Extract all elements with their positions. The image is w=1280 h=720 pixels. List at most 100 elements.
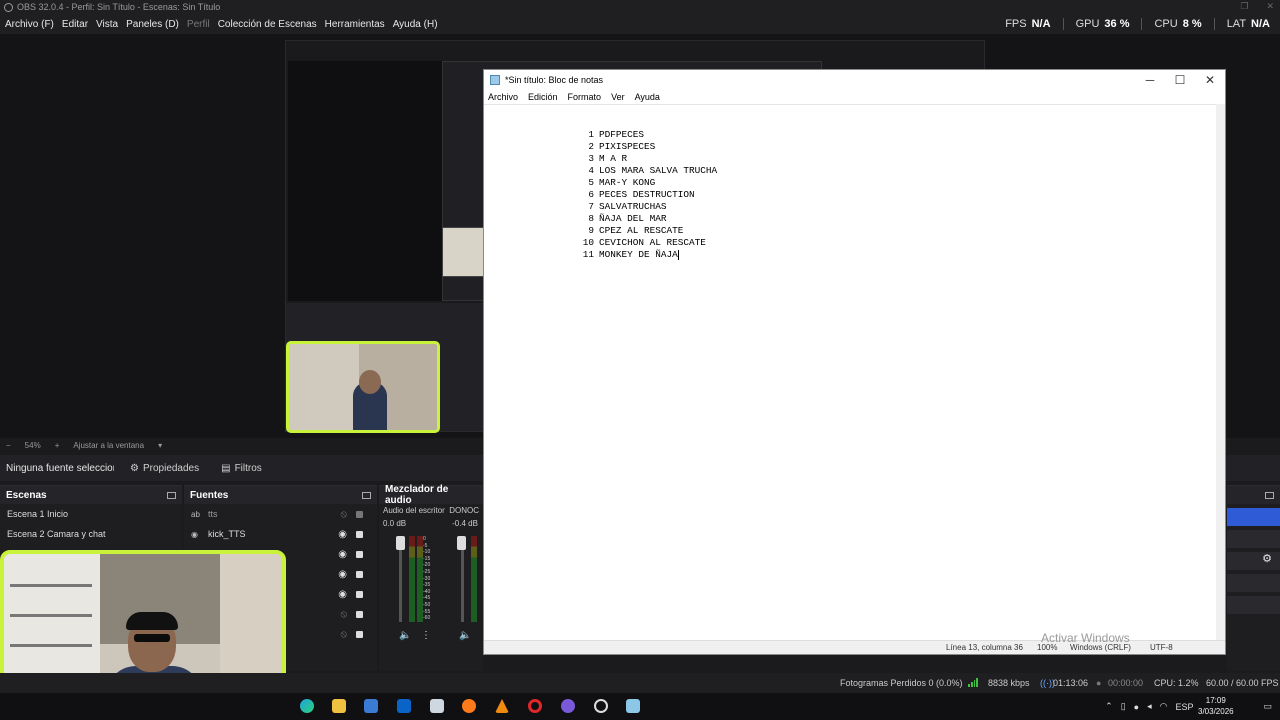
menu-coleccion-escenas[interactable]: Colección de Escenas: [218, 19, 317, 30]
text-cursor: [677, 249, 679, 260]
eye-hidden-icon[interactable]: ⦸: [340, 509, 347, 520]
lock-icon[interactable]: [356, 530, 363, 538]
activate-windows-watermark: Activar Windows: [1041, 631, 1130, 645]
eye-icon[interactable]: ◉: [338, 529, 347, 540]
speaker-icon[interactable]: 🔈: [399, 630, 411, 641]
opera-icon[interactable]: [528, 699, 542, 713]
np-menu-archivo[interactable]: Archivo: [488, 92, 518, 102]
menu-perfil[interactable]: Perfil: [187, 19, 210, 30]
edge-icon[interactable]: [300, 699, 314, 713]
mic-icon[interactable]: ●: [1134, 702, 1139, 712]
file-explorer-icon[interactable]: [332, 699, 346, 713]
transition-row[interactable]: [1227, 530, 1280, 548]
db-tick: -55: [423, 608, 431, 615]
chevron-down-icon[interactable]: ▾: [158, 441, 162, 450]
language-indicator[interactable]: ESP: [1175, 702, 1193, 712]
obs-window-title: OBS 32.0.4 - Perfil: Sin Título - Escena…: [17, 2, 221, 12]
app-icon[interactable]: [430, 699, 444, 713]
transition-row[interactable]: [1227, 574, 1280, 592]
transition-row[interactable]: [1227, 596, 1280, 614]
discord-icon[interactable]: [561, 699, 575, 713]
close-icon[interactable]: ✕: [1195, 70, 1225, 90]
lock-icon[interactable]: [356, 550, 363, 558]
menu-herramientas[interactable]: Herramientas: [325, 19, 385, 30]
network-icon[interactable]: ▯: [1121, 701, 1126, 712]
obs-close-icon[interactable]: ✕: [1266, 1, 1274, 12]
store-icon[interactable]: [364, 699, 378, 713]
line-text: SALVATRUCHAS: [599, 201, 667, 212]
dock-menu-icon[interactable]: [167, 491, 176, 499]
eye-hidden-icon[interactable]: ⦸: [340, 609, 347, 620]
lock-icon[interactable]: [356, 570, 363, 578]
eye-icon[interactable]: ◉: [338, 549, 347, 560]
filter-icon: ▤: [221, 462, 231, 474]
np-menu-edicion[interactable]: Edición: [528, 92, 558, 102]
scene-item[interactable]: Escena 2 Camara y chat: [0, 524, 182, 544]
transition-settings-icon[interactable]: ⚙: [1227, 552, 1280, 570]
text-line: 6 PECES DESTRUCTION: [574, 189, 694, 201]
mixer-track-db: 0.0 dB -0.4 dB: [379, 517, 483, 530]
fader-knob[interactable]: [457, 536, 466, 550]
notepad-scrollbar[interactable]: [1216, 104, 1225, 641]
lat-stat: LAT N/A: [1227, 18, 1270, 30]
np-menu-ayuda[interactable]: Ayuda: [635, 92, 660, 102]
lock-icon[interactable]: [356, 510, 363, 518]
maximize-icon[interactable]: ☐: [1165, 70, 1195, 90]
notepad-menu-bar: Archivo Edición Formato Ver Ayuda: [484, 90, 1225, 104]
menu-archivo[interactable]: Archivo (F): [5, 19, 54, 30]
taskbar-clock[interactable]: 17:09 3/03/2026: [1198, 695, 1234, 717]
notepad-taskbar-icon[interactable]: [626, 699, 640, 713]
notepad-text-area[interactable]: 1 PDFPECES 2 PIXISPECES 3 M A R 4 LOS MARA S…: [484, 104, 1217, 641]
nested-thumbnail: [442, 227, 484, 277]
text-source-icon: ab: [191, 509, 200, 519]
line-number: 11: [582, 249, 594, 260]
menu-ayuda[interactable]: Ayuda (H): [393, 19, 438, 30]
np-menu-ver[interactable]: Ver: [611, 92, 625, 102]
line-number: 1: [588, 129, 594, 140]
filters-button[interactable]: ▤ Filtros: [215, 460, 268, 477]
gear-icon: ⚙: [130, 462, 139, 474]
tray-chevron-icon[interactable]: ⌃: [1105, 701, 1113, 712]
line-number: 9: [588, 225, 594, 236]
eye-icon[interactable]: ◉: [338, 589, 347, 600]
lock-icon[interactable]: [356, 630, 363, 638]
properties-button[interactable]: ⚙ Propiedades: [124, 460, 205, 477]
obs-restore-icon[interactable]: ❐: [1240, 1, 1248, 12]
bitrate: 8838 kbps: [988, 678, 1030, 688]
menu-vista[interactable]: Vista: [96, 19, 118, 30]
obs-status-bar: Fotogramas Perdidos 0 (0.0%) 8838 kbps (…: [0, 673, 1280, 693]
obs-taskbar-icon[interactable]: [594, 699, 608, 713]
dock-menu-icon[interactable]: [1265, 491, 1274, 499]
zoom-out-button[interactable]: −: [6, 441, 11, 450]
text-line: 1 PDFPECES: [574, 129, 644, 141]
db-tick: -45: [423, 595, 431, 602]
wifi-icon[interactable]: ◠: [1160, 701, 1168, 712]
menu-editar[interactable]: Editar: [62, 19, 88, 30]
notepad-window-controls: ─ ☐ ✕: [1135, 70, 1225, 90]
speaker-icon[interactable]: 🔈: [459, 630, 471, 641]
scene-item[interactable]: Escena 1 Inicio: [0, 504, 182, 524]
volume-icon[interactable]: ◂: [1147, 701, 1152, 712]
source-item[interactable]: ◉ kick_TTS ◉: [184, 524, 377, 544]
more-options-icon[interactable]: ⋮: [421, 630, 431, 641]
cpu-value: 8 %: [1182, 18, 1202, 30]
np-menu-formato[interactable]: Formato: [568, 92, 602, 102]
track-db-second: -0.4 dB: [452, 519, 478, 528]
transition-selected[interactable]: [1227, 508, 1280, 526]
source-item[interactable]: ab tts ⦸: [184, 504, 377, 524]
eye-hidden-icon[interactable]: ⦸: [340, 629, 347, 640]
minimize-icon[interactable]: ─: [1135, 70, 1165, 90]
firefox-icon[interactable]: [462, 699, 476, 713]
line-text: MONKEY DE ÑAJA: [599, 249, 678, 260]
signal-bars-icon: [968, 678, 978, 687]
eye-icon[interactable]: ◉: [338, 569, 347, 580]
fader-knob[interactable]: [396, 536, 405, 550]
outlook-icon[interactable]: [397, 699, 411, 713]
lock-icon[interactable]: [356, 590, 363, 598]
notification-icon[interactable]: ▭: [1263, 701, 1272, 712]
zoom-fit-dropdown[interactable]: Ajustar a la ventana: [73, 441, 144, 450]
menu-paneles[interactable]: Paneles (D): [126, 19, 179, 30]
dock-menu-icon[interactable]: [362, 491, 371, 499]
lock-icon[interactable]: [356, 610, 363, 618]
zoom-in-button[interactable]: +: [55, 441, 60, 450]
